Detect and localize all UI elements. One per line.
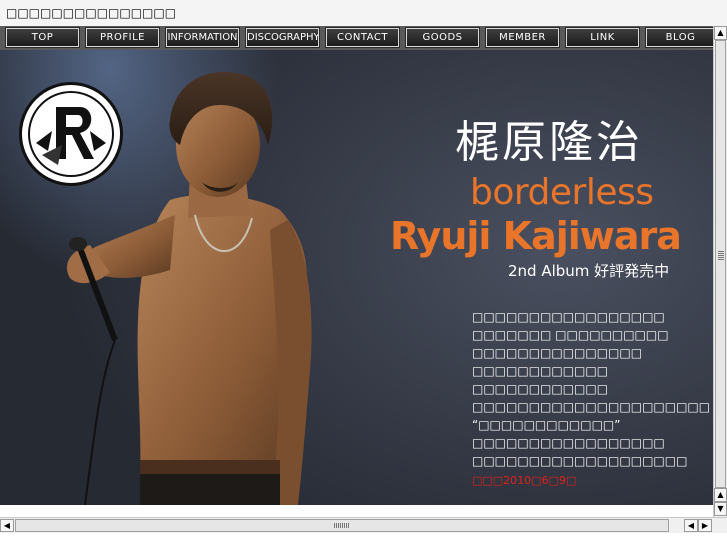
window-title: □□□□□□□□□□□□□□□ bbox=[6, 6, 177, 20]
hero-banner: 梶原隆治 borderless Ryuji Kajiwara 2nd Album… bbox=[0, 50, 713, 505]
nav-discography-button[interactable]: DISCOGRAPHY bbox=[245, 27, 320, 48]
nav-profile-button[interactable]: PROFILE bbox=[85, 27, 160, 48]
nav-link-button[interactable]: LINK bbox=[565, 27, 640, 48]
scroll-left-arrow-icon[interactable]: ◀ bbox=[684, 519, 698, 532]
album-title: borderless bbox=[470, 172, 654, 213]
grip-icon bbox=[718, 251, 724, 261]
window-title-bar: □□□□□□□□□□□□□□□ bbox=[0, 0, 727, 27]
nav-goods-button[interactable]: GOODS bbox=[405, 27, 480, 48]
artist-romaji-name: Ryuji Kajiwara bbox=[390, 214, 682, 258]
scroll-up-arrow-icon[interactable]: ▲ bbox=[714, 26, 727, 40]
message-line: □□□□□□□□□□□□□□□□□ bbox=[472, 310, 665, 324]
artist-kanji-name: 梶原隆治 bbox=[455, 117, 643, 168]
message-block: □□□□□□□□□□□□□□□□□ □□□□□□□ □□□□□□□□□□ □□□… bbox=[472, 308, 711, 470]
nav-top-button[interactable]: TOP bbox=[5, 27, 80, 48]
message-line: □□□□□□□ □□□□□□□□□□ bbox=[472, 328, 669, 342]
scroll-left-arrow-icon[interactable]: ◀ bbox=[0, 519, 14, 532]
scroll-right-arrow-icon[interactable]: ▶ bbox=[698, 519, 712, 532]
nav-contact-button[interactable]: CONTACT bbox=[325, 27, 400, 48]
vertical-scroll-thumb[interactable] bbox=[715, 40, 726, 488]
main-nav: TOP PROFILE INFORMATION DISCOGRAPHY CONT… bbox=[0, 26, 716, 50]
scroll-down-arrow-icon[interactable]: ▼ bbox=[714, 502, 727, 516]
message-line: □□□□□□□□□□□□ bbox=[472, 364, 609, 378]
horizontal-scroll-thumb[interactable] bbox=[15, 519, 669, 532]
release-date-link[interactable]: □□□2010□6□9□ bbox=[472, 474, 576, 487]
message-line: □□□□□□□□□□□□□□□□□ bbox=[472, 436, 665, 450]
nav-blog-button[interactable]: BLOG bbox=[645, 27, 716, 48]
message-line: □□□□□□□□□□□□ bbox=[472, 382, 609, 396]
vertical-scrollbar[interactable]: ▲ ▲ ▼ bbox=[713, 26, 727, 517]
message-line: “□□□□□□□□□□□□” bbox=[472, 418, 621, 432]
grip-icon bbox=[334, 523, 350, 528]
artist-logo[interactable] bbox=[19, 82, 123, 186]
window-bottom-edge bbox=[0, 533, 727, 545]
horizontal-scrollbar[interactable]: ◀ ◀ ▶ bbox=[0, 517, 727, 533]
nav-information-button[interactable]: INFORMATION bbox=[165, 27, 240, 48]
message-line: □□□□□□□□□□□□□□□ bbox=[472, 346, 643, 360]
scroll-up-arrow-icon[interactable]: ▲ bbox=[714, 488, 727, 502]
r-monogram-icon bbox=[36, 107, 106, 165]
album-subtitle: 2nd Album 好評発売中 bbox=[508, 262, 670, 280]
message-line: □□□□□□□□□□□□□□□□□□□□□ bbox=[472, 400, 711, 414]
message-line: □□□□□□□□□□□□□□□□□□□ bbox=[472, 454, 688, 468]
nav-member-button[interactable]: MEMBER bbox=[485, 27, 560, 48]
